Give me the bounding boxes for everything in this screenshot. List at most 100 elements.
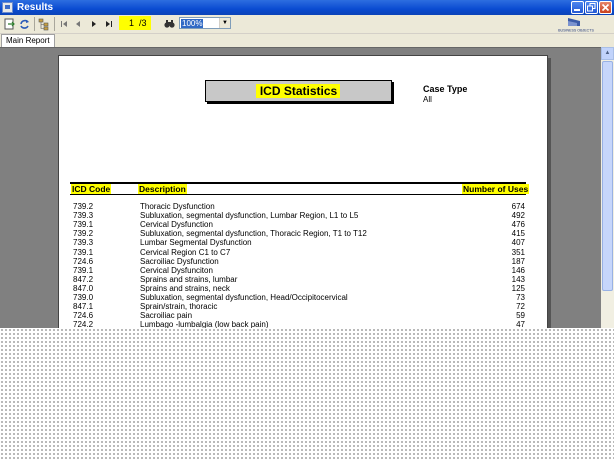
- header-rule-bottom: [70, 194, 526, 195]
- icd-code-cell: 739.1: [73, 265, 94, 275]
- tab-bar: Main Report: [0, 34, 614, 47]
- table-row: 724.6 Sacroiliac pain 59: [59, 311, 549, 320]
- total-pages: /3: [139, 18, 147, 28]
- description-cell: Sprains and strains, lumbar: [140, 274, 238, 284]
- column-header-description: Description: [138, 184, 187, 194]
- description-cell: Sacroiliac pain: [140, 311, 193, 321]
- app-icon: [2, 2, 13, 13]
- binoculars-icon: [164, 20, 175, 28]
- description-cell: Cervical Dysfunciton: [140, 265, 213, 275]
- uses-cell: 59: [516, 311, 525, 321]
- zoom-select[interactable]: 100% ▼: [179, 17, 231, 29]
- uses-cell: 351: [511, 247, 525, 257]
- close-button[interactable]: [599, 1, 612, 14]
- table-row: 847.2 Sprains and strains, lumbar 143: [59, 275, 549, 284]
- current-page: 1: [129, 18, 135, 28]
- icd-code-cell: 739.2: [73, 229, 94, 239]
- first-page-button[interactable]: [58, 17, 70, 31]
- description-cell: Cervical Region C1 to C7: [140, 247, 231, 257]
- previous-page-button[interactable]: [72, 17, 84, 31]
- icd-code-cell: 847.2: [73, 274, 94, 284]
- previous-page-icon: [76, 21, 80, 27]
- description-cell: Sacroiliac Dysfunction: [140, 256, 219, 266]
- icd-code-cell: 724.6: [73, 256, 94, 266]
- uses-cell: 492: [511, 211, 525, 221]
- last-page-icon: [106, 21, 112, 27]
- scroll-thumb[interactable]: [602, 61, 613, 291]
- description-cell: Subluxation, segmental dysfunction, Head…: [140, 293, 348, 302]
- icd-code-cell: 847.0: [73, 283, 94, 293]
- table-row: 739.1 Cervical Region C1 to C7 351: [59, 248, 549, 257]
- uses-cell: 125: [511, 283, 525, 293]
- uses-cell: 73: [516, 293, 525, 302]
- uses-cell: 47: [516, 320, 525, 328]
- column-header-icd-code: ICD Code: [71, 184, 112, 194]
- tab-main-report[interactable]: Main Report: [1, 34, 55, 47]
- find-button[interactable]: [163, 17, 176, 31]
- icd-code-cell: 739.1: [73, 220, 94, 230]
- table-row: 739.0 Subluxation, segmental dysfunction,…: [59, 293, 549, 302]
- business-objects-logo: BUSINESS OBJECTS: [556, 17, 596, 33]
- refresh-button[interactable]: [18, 17, 31, 31]
- description-cell: Thoracic Dysfunction: [140, 202, 215, 211]
- uses-cell: 674: [511, 202, 525, 211]
- title-box: ICD Statistics: [205, 80, 392, 102]
- minimize-button[interactable]: [571, 1, 584, 14]
- report-page: ICD Statistics Case Type All ICD Code De…: [58, 55, 548, 328]
- last-page-button[interactable]: [103, 17, 115, 31]
- table-row: 739.3 Subluxation, segmental dysfunction,…: [59, 211, 549, 220]
- uses-cell: 415: [511, 229, 525, 239]
- description-cell: Lumbago -lumbalgia (low back pain): [140, 320, 269, 328]
- group-tree-button[interactable]: [38, 17, 51, 31]
- description-cell: Lumbar Segmental Dysfunction: [140, 238, 252, 248]
- description-cell: Subluxation, segmental dysfunction, Lumb…: [140, 211, 359, 221]
- restore-icon: [587, 3, 596, 12]
- description-cell: Sprains and strains, neck: [140, 283, 230, 293]
- report-viewer[interactable]: ICD Statistics Case Type All ICD Code De…: [0, 47, 601, 328]
- logo-text: BUSINESS OBJECTS: [558, 29, 594, 33]
- first-page-icon: [61, 21, 67, 27]
- page-number-field[interactable]: 1 /3: [119, 16, 151, 30]
- scroll-up-arrow-icon[interactable]: ▲: [601, 47, 614, 60]
- toolbar-separator: [34, 17, 35, 31]
- table-row: 724.2 Lumbago -lumbalgia (low back pain) 4…: [59, 320, 549, 328]
- export-button[interactable]: [3, 17, 16, 31]
- uses-cell: 407: [511, 238, 525, 248]
- table-row: 739.1 Cervical Dysfunction 476: [59, 220, 549, 229]
- table-row: 739.1 Cervical Dysfunciton 146: [59, 266, 549, 275]
- title-bar[interactable]: Results: [0, 0, 614, 15]
- next-page-button[interactable]: [88, 17, 100, 31]
- icd-code-cell: 724.6: [73, 311, 94, 321]
- icd-code-cell: 847.1: [73, 302, 94, 312]
- icd-code-cell: 739.1: [73, 247, 94, 257]
- export-icon: [4, 18, 15, 30]
- zoom-value: 100%: [181, 19, 204, 28]
- table-row: 739.2 Thoracic Dysfunction 674: [59, 202, 549, 211]
- table-row: 739.3 Lumbar Segmental Dysfunction 407: [59, 238, 549, 247]
- uses-cell: 476: [511, 220, 525, 230]
- results-window: Results 1 /3 100% ▼ BUSINESS OBJECTS Mai…: [0, 0, 614, 328]
- uses-cell: 146: [511, 265, 525, 275]
- description-cell: Sprain/strain, thoracic: [140, 302, 218, 312]
- window-title: Results: [17, 2, 54, 13]
- case-type-value: All: [423, 95, 432, 104]
- vertical-scrollbar[interactable]: ▲: [601, 47, 614, 328]
- chevron-down-icon[interactable]: ▼: [219, 18, 230, 28]
- icd-code-cell: 739.2: [73, 202, 94, 211]
- icd-code-cell: 739.0: [73, 293, 94, 302]
- close-icon: [601, 3, 610, 12]
- icd-code-cell: 739.3: [73, 238, 94, 248]
- maximize-button[interactable]: [585, 1, 598, 14]
- table-row: 847.0 Sprains and strains, neck 125: [59, 284, 549, 293]
- table-row: 739.2 Subluxation, segmental dysfunction,…: [59, 229, 549, 238]
- case-type-label: Case Type: [423, 84, 468, 94]
- next-page-icon: [92, 21, 96, 27]
- table-row: 724.6 Sacroiliac Dysfunction 187: [59, 257, 549, 266]
- uses-cell: 72: [516, 302, 525, 312]
- minimize-icon: [574, 9, 580, 11]
- description-cell: Cervical Dysfunction: [140, 220, 213, 230]
- toolbar: [0, 15, 614, 34]
- uses-cell: 143: [511, 274, 525, 284]
- refresh-icon: [20, 19, 29, 29]
- description-cell: Subluxation, segmental dysfunction, Thor…: [140, 229, 367, 239]
